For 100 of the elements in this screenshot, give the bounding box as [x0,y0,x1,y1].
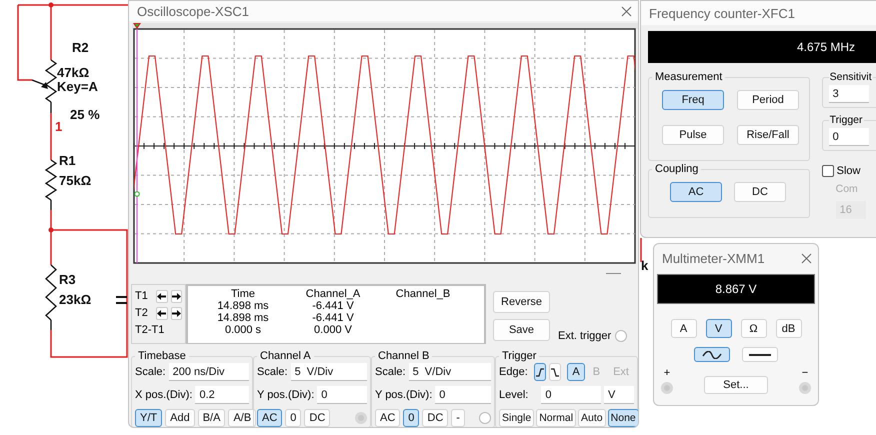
trigger-marker [134,191,140,197]
input-field[interactable]: 5 V/Div [408,363,491,381]
coupling-button[interactable]: DC [422,409,448,427]
coupling-button[interactable]: AC [257,409,282,427]
field-label: Y pos.(Div): [257,389,314,401]
cursor-right-button[interactable] [170,306,182,320]
cursor-left-button[interactable] [156,306,168,320]
measurement-button[interactable]: Pulse [662,125,724,145]
measurement-button[interactable]: Rise/Fall [737,125,799,145]
mode-button[interactable]: A [670,319,696,338]
component-label: k [641,258,648,273]
table-cell-text: 14.898 ms [216,312,270,324]
node-label: 1 [55,119,62,134]
unit-field[interactable]: V [604,386,634,404]
mode-button[interactable]: A/B [228,409,256,427]
field-label: Scale: [375,366,406,378]
window-title: Frequency counter-XFC1 [649,6,795,20]
table-cell-text: 0.000 s [224,324,262,336]
field-label: Edge: [499,366,528,378]
coupling-button[interactable]: - [451,409,465,427]
coupling-button[interactable]: 0 [285,409,302,427]
input-field[interactable]: 3 [828,85,869,103]
action-button[interactable]: Reverse [493,291,550,313]
terminal-label: + [664,368,670,378]
arrow-left-icon [157,310,166,316]
component-label: R1 [59,153,76,168]
cursor-label: T2 [135,307,149,319]
set-button[interactable]: Set... [704,376,768,394]
mode-button[interactable]: Y/T [135,409,162,427]
mode-button[interactable]: Add [165,409,195,427]
terminal-label: − [802,368,808,378]
sine-wave-icon [702,350,722,358]
mode-button[interactable]: Single [499,409,534,427]
group-title: Coupling [654,163,700,175]
mode-button[interactable]: Auto [578,409,606,427]
mode-button[interactable]: B/A [198,409,226,427]
table-cell-text: 14.898 ms [216,300,270,312]
column-header: Channel_B [394,288,452,300]
mode-button[interactable]: Ω [740,319,766,338]
arrow-right-icon [172,310,181,316]
coupling-button[interactable]: AC [670,182,722,202]
close-icon[interactable] [801,252,812,264]
dc-line-icon [749,352,771,356]
group-title: Channel A [259,350,312,362]
table-cell-text: 0.000 V [313,324,353,336]
cursor-left-button[interactable] [156,290,168,302]
arrow-left-icon [157,292,166,300]
field-label: Level: [499,389,528,401]
setting-label: 25 % [70,107,100,122]
falling-edge-icon [550,366,560,378]
cursor-label: T2-T1 [135,324,164,336]
input-field[interactable]: 0 [828,128,869,146]
checkbox-label: Slow [836,165,860,177]
measurement-button[interactable]: Freq [662,90,724,110]
group-title: Trigger [828,114,864,126]
field-label: X pos.(Div): [135,389,192,401]
field-label: Y pos.(Div): [375,389,432,401]
component-label: R2 [72,40,89,55]
input-field[interactable]: 5 V/Div [290,363,367,381]
coupling-button[interactable]: AC [375,409,400,427]
mode-button[interactable]: None [608,409,638,427]
measurement-button[interactable]: Period [737,90,799,110]
coupling-button[interactable]: DC [734,182,786,202]
input-field[interactable]: 0 [435,386,491,404]
component-value: 47kΩ [57,65,90,80]
edge-button[interactable] [534,363,546,381]
window-title: Multimeter-XMM1 [662,250,765,266]
frequency-display: 4.675 MHz [648,31,876,63]
input-field[interactable]: 0 [317,386,367,404]
mode-button[interactable]: V [706,319,732,338]
close-icon[interactable] [621,6,632,16]
arrow-right-icon [172,292,181,300]
input-field[interactable]: 0 [541,386,601,404]
input-field[interactable]: 0.2 [195,386,249,404]
group-title: Timebase [137,350,187,362]
group-title: Channel B [377,350,430,362]
mode-button[interactable]: dB [776,319,802,338]
component-value: 23kΩ [59,292,92,307]
field-label: Scale: [135,366,166,378]
checkbox[interactable] [822,165,834,177]
ext-trigger-label: Ext. trigger [558,330,612,342]
column-header: Channel_A [304,288,362,300]
key-label: Key=A [57,79,98,94]
table-cell-text: -6.441 V [311,312,355,324]
group-title: Sensitivit [828,71,873,83]
cursor-right-button[interactable] [170,290,182,302]
action-button[interactable]: Save [493,319,550,341]
field-label: Com [836,183,859,195]
group-title: Trigger [501,350,538,362]
component-label: R3 [59,272,76,287]
cursor-marker[interactable] [133,23,141,264]
input-field[interactable]: 200 ns/Div [168,363,249,381]
cursor-label: T1 [135,290,149,302]
source-button[interactable]: A [567,363,585,381]
field-label: Scale: [257,366,288,378]
window-title: Oscilloscope-XSC1 [137,4,249,18]
coupling-button[interactable]: 0 [403,409,420,427]
signal-button[interactable] [694,347,730,362]
coupling-button[interactable]: DC [304,409,330,427]
mode-button[interactable]: Normal [536,409,576,427]
